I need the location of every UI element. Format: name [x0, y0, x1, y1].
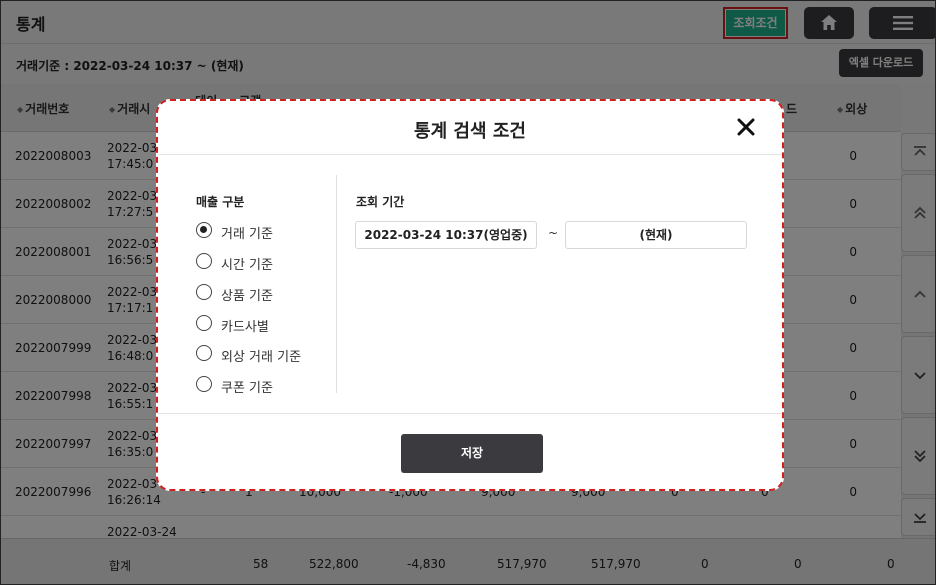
radio-circle [196, 315, 212, 331]
radio-circle [196, 376, 212, 392]
radio-circle [196, 222, 212, 238]
section-divider [336, 175, 337, 393]
radio-product-basis[interactable]: 상품 기준 [196, 282, 336, 304]
dialog-header: 통계 검색 조건 [158, 101, 782, 155]
dialog-body: 매출 구분 거래 기준 시간 기준 상품 기준 카드사별 외상 거래 기준 쿠폰… [158, 155, 782, 413]
dialog-title: 통계 검색 조건 [414, 121, 526, 142]
app-frame: 통계 조회조건 거래기준 : 2022-03-24 10:37 ~ (현재) 엑… [0, 0, 936, 585]
radio-label: 거래 기준 [221, 227, 273, 242]
close-icon [737, 118, 755, 136]
radio-label: 시간 기준 [221, 258, 273, 273]
radio-label: 외상 거래 기준 [221, 350, 302, 365]
dialog-footer: 저장 [158, 413, 782, 489]
close-button[interactable] [734, 115, 758, 139]
radio-card-company[interactable]: 카드사별 [196, 313, 336, 335]
radio-selected-dot [200, 226, 207, 233]
radio-coupon-basis[interactable]: 쿠폰 기준 [196, 374, 336, 396]
sales-type-label: 매출 구분 [196, 195, 245, 209]
end-date-field[interactable]: (현재) [565, 221, 747, 249]
save-button[interactable]: 저장 [401, 434, 543, 473]
radio-circle [196, 253, 212, 269]
radio-label: 카드사별 [221, 320, 269, 335]
period-label: 조회 기간 [356, 195, 405, 209]
date-range-separator: ~ [548, 226, 559, 240]
radio-transaction-basis[interactable]: 거래 기준 [196, 220, 336, 242]
radio-time-basis[interactable]: 시간 기준 [196, 251, 336, 273]
search-condition-dialog: 통계 검색 조건 매출 구분 거래 기준 시간 기준 상품 기준 카드사별 외상… [156, 99, 784, 491]
radio-label: 쿠폰 기준 [221, 381, 273, 396]
radio-circle [196, 345, 212, 361]
start-date-field[interactable]: 2022-03-24 10:37(영업중) [355, 221, 537, 249]
radio-circle [196, 284, 212, 300]
radio-credit-transaction[interactable]: 외상 거래 기준 [196, 343, 336, 365]
radio-label: 상품 기준 [221, 289, 273, 304]
